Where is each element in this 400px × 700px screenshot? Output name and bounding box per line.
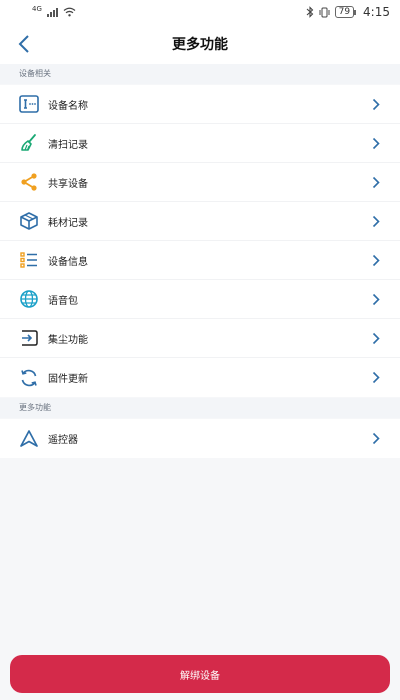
refresh-icon <box>18 367 40 389</box>
chevron-right-icon <box>372 98 380 111</box>
item-label: 设备名称 <box>48 100 88 112</box>
item-label: 耗材记录 <box>48 217 88 229</box>
list-item-voice-pack[interactable]: 语音包 <box>0 280 400 319</box>
rename-icon <box>18 93 40 115</box>
nav-bar: 更多功能 <box>0 24 400 64</box>
section-header-device: 设备相关 <box>0 64 400 84</box>
chevron-right-icon <box>372 137 380 150</box>
list-item-device-name[interactable]: 设备名称 <box>0 85 400 124</box>
chevron-right-icon <box>372 254 380 267</box>
item-label: 语音包 <box>48 295 78 307</box>
bluetooth-icon <box>306 6 313 18</box>
list-item-consumables-record[interactable]: 耗材记录 <box>0 202 400 241</box>
status-left: 4G <box>32 5 76 17</box>
item-label: 集尘功能 <box>48 334 88 346</box>
chevron-right-icon <box>372 332 380 345</box>
back-arrow-icon[interactable] <box>14 33 34 55</box>
list-item-cleaning-record[interactable]: 清扫记录 <box>0 124 400 163</box>
wifi-icon <box>63 7 76 17</box>
status-right: 79 4:15 <box>306 5 390 19</box>
item-label: 设备信息 <box>48 256 88 268</box>
list-item-share-device[interactable]: 共享设备 <box>0 163 400 202</box>
chevron-right-icon <box>372 432 380 445</box>
list-item-remote-control[interactable]: 遥控器 <box>0 419 400 458</box>
item-label: 清扫记录 <box>48 139 88 151</box>
dust-collect-icon <box>18 327 40 349</box>
list-icon <box>18 249 40 271</box>
battery-level: 79 <box>338 7 351 17</box>
navigation-arrow-icon <box>18 428 40 450</box>
clock: 4:15 <box>363 5 390 19</box>
page-title: 更多功能 <box>172 37 228 53</box>
unbind-device-label: 解绑设备 <box>180 670 220 682</box>
battery-icon: 79 <box>334 6 357 18</box>
network-type: 4G <box>32 5 42 13</box>
globe-icon <box>18 288 40 310</box>
chevron-right-icon <box>372 215 380 228</box>
signal-icon <box>46 7 58 17</box>
broom-icon <box>18 132 40 154</box>
device-settings-list: 设备名称 清扫记录 共享设备 耗材记录 设备信息 语音包 集尘功能 固件更新 <box>0 85 400 397</box>
chevron-right-icon <box>372 371 380 384</box>
item-label: 遥控器 <box>48 435 78 446</box>
section-header-more: 更多功能 <box>0 398 400 418</box>
list-item-firmware-update[interactable]: 固件更新 <box>0 358 400 397</box>
vibrate-icon <box>319 7 330 17</box>
chevron-right-icon <box>372 293 380 306</box>
list-item-device-info[interactable]: 设备信息 <box>0 241 400 280</box>
share-icon <box>18 171 40 193</box>
status-bar: 4G 79 4:15 <box>0 0 400 24</box>
item-label: 固件更新 <box>48 374 88 385</box>
unbind-device-button[interactable]: 解绑设备 <box>10 655 390 693</box>
item-label: 共享设备 <box>48 178 88 190</box>
list-item-dust-collection[interactable]: 集尘功能 <box>0 319 400 358</box>
chevron-right-icon <box>372 176 380 189</box>
more-features-screen: 4G 79 4:15 更多功能 设备相关 设备名称 清扫记录 共享设备 耗材记录… <box>0 0 400 700</box>
box-icon <box>18 210 40 232</box>
more-features-list: 遥控器 <box>0 419 400 458</box>
